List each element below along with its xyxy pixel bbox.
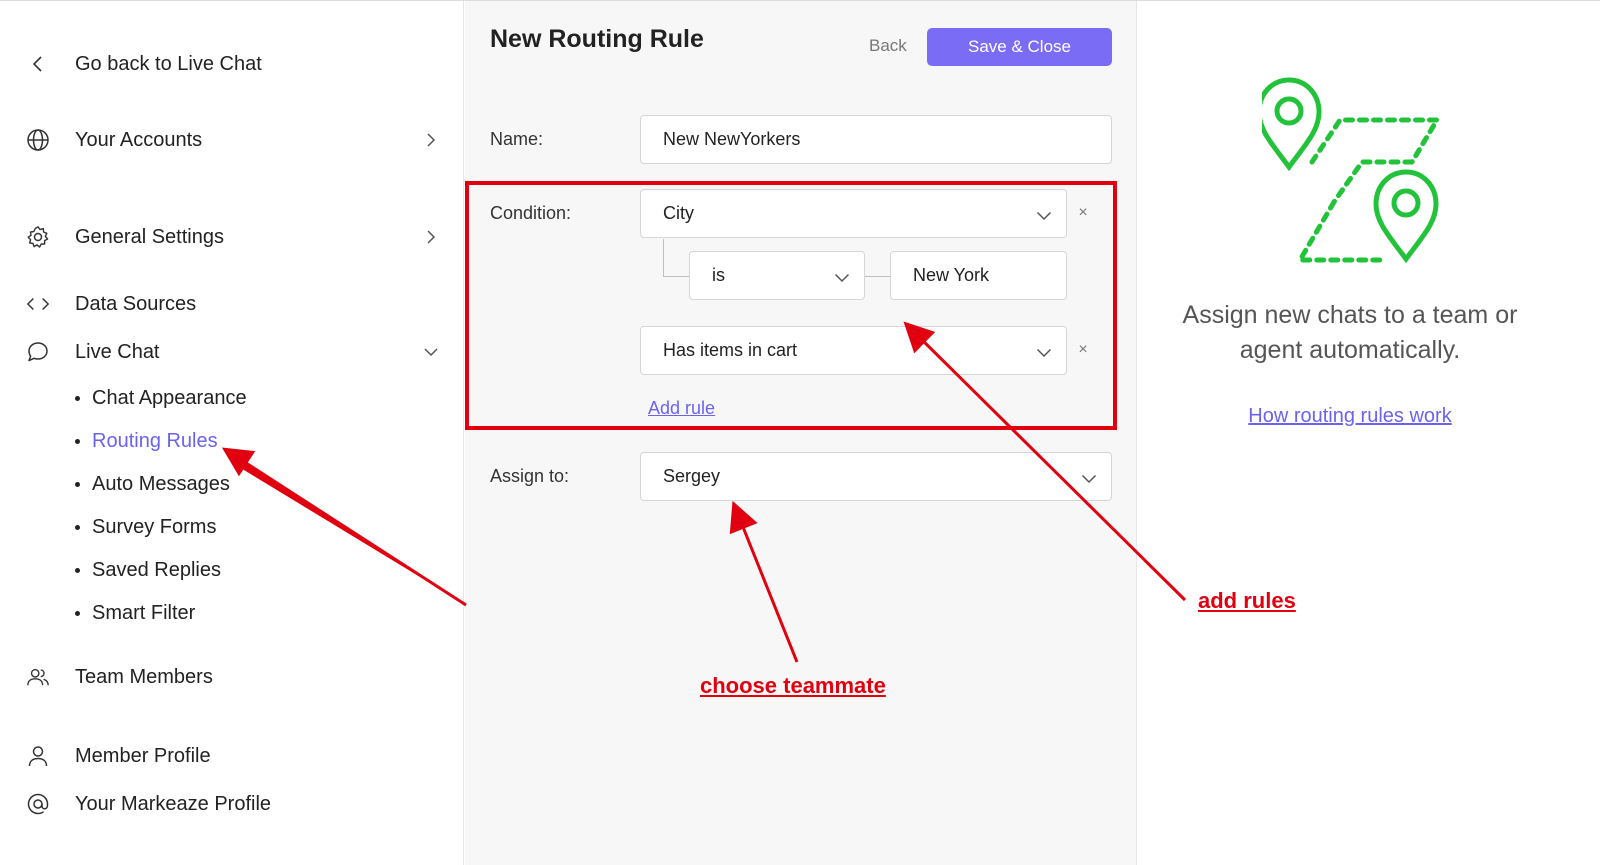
back-to-live-chat-link[interactable]: Go back to Live Chat: [26, 44, 440, 84]
chat-bubble-icon: [26, 340, 50, 364]
chevron-right-icon: [422, 228, 440, 246]
sub-item-auto-messages[interactable]: Auto Messages: [75, 468, 230, 500]
name-label: Name:: [490, 129, 544, 149]
chevron-right-icon: [422, 131, 440, 149]
gear-icon: [26, 225, 50, 249]
chevron-down-icon: [422, 343, 440, 361]
sidebar-item-your-accounts[interactable]: Your Accounts: [26, 120, 440, 160]
info-description: Assign new chats to a team or agent auto…: [1182, 301, 1518, 364]
sub-item-label: Saved Replies: [92, 558, 221, 581]
sub-item-label: Survey Forms: [92, 515, 217, 538]
chevron-left-icon: [26, 52, 50, 76]
sidebar-item-label: Live Chat: [75, 340, 160, 363]
sidebar-item-member-profile[interactable]: Member Profile: [26, 736, 440, 776]
routing-rule-form: New Routing Rule Back Save & Close Name:…: [465, 1, 1137, 865]
page-title: New Routing Rule: [490, 25, 704, 53]
back-button[interactable]: Back: [869, 36, 907, 56]
sidebar: Go back to Live Chat Your Accounts Gener…: [0, 1, 464, 865]
sidebar-item-team-members[interactable]: Team Members: [26, 657, 440, 697]
sidebar-item-general-settings[interactable]: General Settings: [26, 217, 440, 257]
sub-item-chat-appearance[interactable]: Chat Appearance: [75, 382, 247, 414]
sub-item-label: Chat Appearance: [92, 386, 247, 409]
sub-item-smart-filter[interactable]: Smart Filter: [75, 597, 195, 629]
sidebar-item-your-markeaze-profile[interactable]: Your Markeaze Profile: [26, 784, 440, 824]
assign-to-select[interactable]: Sergey: [640, 452, 1112, 501]
users-icon: [26, 665, 50, 689]
name-value: New NewYorkers: [663, 129, 801, 149]
bullet: [75, 438, 80, 444]
sidebar-item-label: Your Markeaze Profile: [75, 792, 272, 815]
back-label: Go back to Live Chat: [75, 52, 262, 75]
globe-icon: [26, 128, 50, 152]
sub-item-label: Smart Filter: [92, 601, 196, 624]
bullet: [75, 524, 80, 530]
bullet: [75, 395, 80, 401]
sub-item-label: Auto Messages: [92, 472, 230, 495]
assign-to-value: Sergey: [663, 466, 721, 486]
sidebar-item-data-sources[interactable]: Data Sources: [26, 284, 440, 324]
sidebar-item-label: Member Profile: [75, 744, 211, 767]
bullet: [75, 481, 80, 487]
annotation-add-rules: add rules: [1198, 588, 1296, 613]
map-route-illustration: [1256, 72, 1462, 272]
bullet: [75, 610, 80, 616]
name-input[interactable]: New NewYorkers: [640, 115, 1112, 164]
save-close-button[interactable]: Save & Close: [927, 28, 1112, 66]
how-routing-rules-work-link[interactable]: How routing rules work: [1160, 405, 1540, 428]
sidebar-item-label: Team Members: [75, 665, 213, 688]
bullet: [75, 567, 80, 573]
sub-item-routing-rules[interactable]: Routing Rules: [75, 425, 218, 457]
sub-item-label: Routing Rules: [92, 429, 218, 452]
sidebar-item-label: General Settings: [75, 225, 224, 248]
sidebar-item-live-chat[interactable]: Live Chat: [26, 332, 440, 372]
sub-item-survey-forms[interactable]: Survey Forms: [75, 511, 216, 543]
sidebar-item-label: Your Accounts: [75, 128, 203, 151]
assign-to-label: Assign to:: [490, 466, 570, 486]
annotation-choose-teammate: choose teammate: [700, 673, 886, 698]
sub-item-saved-replies[interactable]: Saved Replies: [75, 554, 221, 586]
chevron-down-icon: [1081, 468, 1097, 489]
condition-highlight-box: [465, 181, 1117, 430]
code-icon: [26, 292, 50, 316]
user-icon: [26, 744, 50, 768]
at-sign-icon: [26, 792, 50, 816]
sidebar-item-label: Data Sources: [75, 292, 197, 315]
